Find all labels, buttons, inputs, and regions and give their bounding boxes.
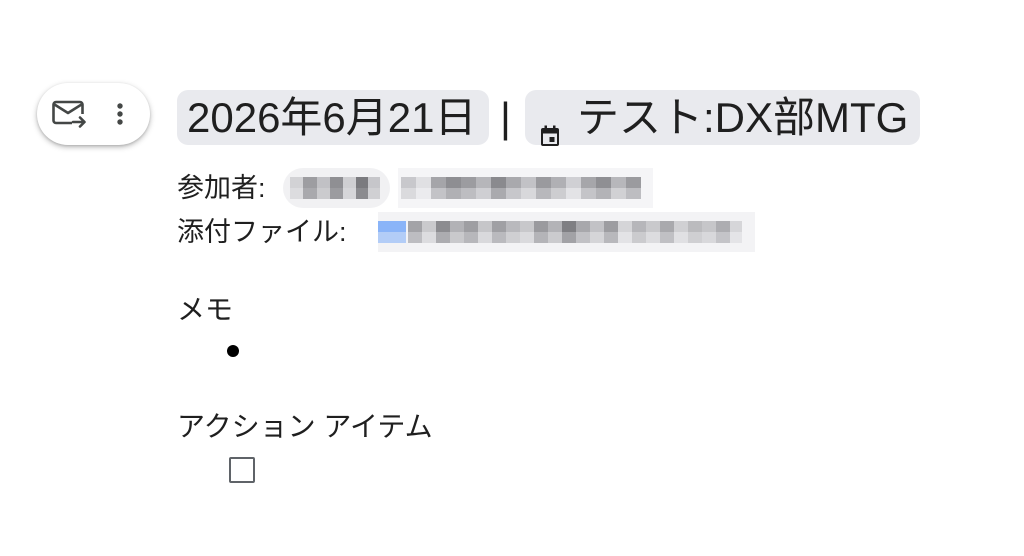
email-draft-icon[interactable] <box>51 99 87 129</box>
date-chip[interactable]: 2026年6月21日 <box>177 90 489 145</box>
event-title: テスト:DX部MTG <box>577 94 909 141</box>
more-vert-icon[interactable] <box>111 99 129 129</box>
attendee-chip-redacted[interactable] <box>283 168 390 208</box>
calendar-event-icon <box>538 106 562 146</box>
heading-separator: | <box>500 94 511 141</box>
action-items-heading: アクション アイテム <box>177 411 433 442</box>
attachment-file-icon <box>378 221 406 243</box>
action-item-checkbox[interactable] <box>229 457 255 483</box>
bullet-list-item[interactable] <box>227 345 239 357</box>
attachment-chip-redacted[interactable] <box>378 212 755 252</box>
calendar-event-chip[interactable]: テスト:DX部MTG <box>525 90 921 146</box>
attendee-chip-redacted-2[interactable] <box>398 168 653 208</box>
attendees-label: 参加者: <box>177 173 266 203</box>
floating-actions-pill <box>37 83 150 145</box>
notes-heading: メモ <box>177 294 234 325</box>
attachments-label: 添付ファイル: <box>177 217 347 247</box>
